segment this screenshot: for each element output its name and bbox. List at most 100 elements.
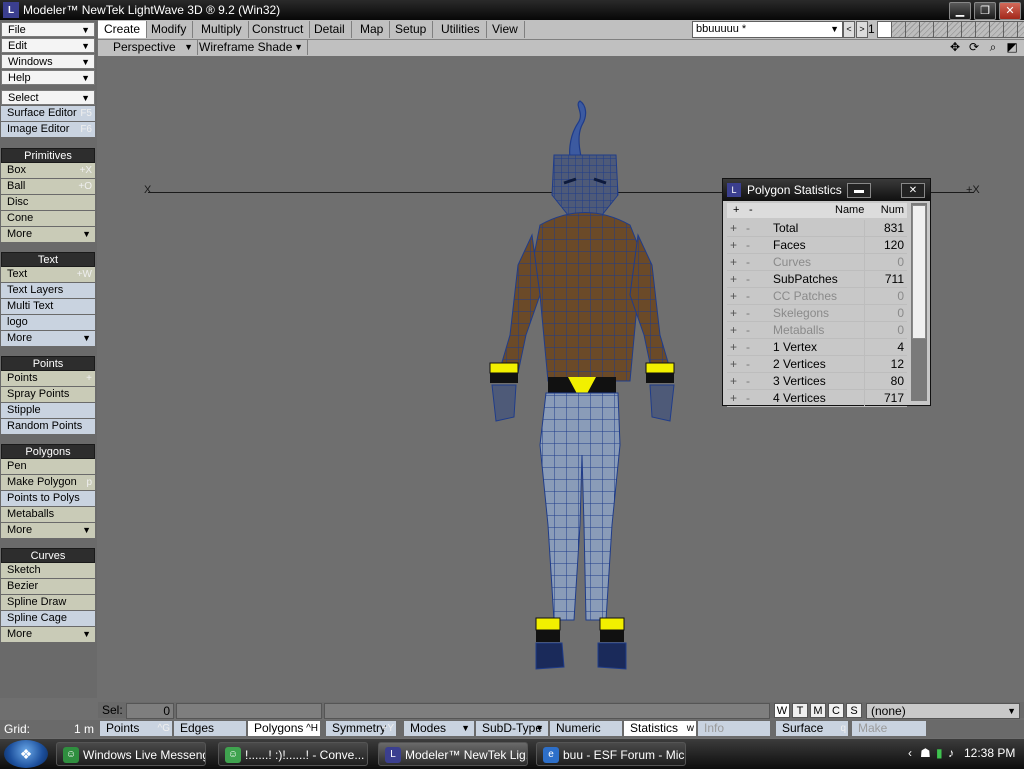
minimize-icon[interactable]: ▬ bbox=[847, 183, 871, 198]
start-button[interactable]: ❖ bbox=[4, 740, 48, 768]
row-plus[interactable]: + bbox=[730, 339, 740, 355]
row-plus[interactable]: + bbox=[730, 271, 740, 287]
tab-view[interactable]: View bbox=[486, 21, 525, 38]
surface-button[interactable]: Surface q bbox=[776, 721, 848, 736]
layer-slot[interactable] bbox=[975, 21, 990, 38]
prev-layer-icon[interactable]: < bbox=[843, 21, 855, 38]
windows-menu[interactable]: Windows ▼ bbox=[1, 54, 95, 69]
row-minus[interactable]: - bbox=[746, 254, 756, 270]
stats-title-bar[interactable]: L Polygon Statistics ▬ ✕ bbox=[723, 179, 930, 201]
move-view-icon[interactable]: ✥ bbox=[947, 40, 963, 55]
tab-utilities[interactable]: Utilities bbox=[435, 21, 487, 38]
text-more-button[interactable]: More ▼ bbox=[1, 331, 95, 346]
maximize-icon[interactable]: ❐ bbox=[974, 2, 996, 20]
row-plus[interactable]: + bbox=[730, 322, 740, 338]
tab-map[interactable]: Map bbox=[354, 21, 391, 38]
tab-modify[interactable]: Modify bbox=[145, 21, 194, 38]
select-menu[interactable]: Select ▼ bbox=[1, 90, 95, 105]
stats-row[interactable]: + - 1 Vertex 4 bbox=[727, 339, 907, 356]
tab-construct[interactable]: Construct bbox=[246, 21, 311, 38]
row-minus[interactable]: - bbox=[746, 220, 756, 236]
minimize-icon[interactable]: ▁ bbox=[949, 2, 971, 20]
text-button[interactable]: Text +W bbox=[1, 267, 95, 282]
layer-slot[interactable] bbox=[1017, 21, 1024, 38]
box-button[interactable]: Box +X bbox=[1, 163, 95, 178]
layer-slot[interactable] bbox=[919, 21, 934, 38]
modes-button[interactable]: Modes ▼ bbox=[404, 721, 474, 736]
network-icon[interactable]: ☗ bbox=[920, 746, 931, 760]
spray-points-button[interactable]: Spray Points bbox=[1, 387, 95, 402]
layer-slot[interactable] bbox=[877, 21, 892, 38]
layer-slot[interactable] bbox=[933, 21, 948, 38]
view-type-select[interactable]: Perspective ▼ bbox=[108, 40, 198, 55]
row-plus[interactable]: + bbox=[730, 373, 740, 389]
stats-row[interactable]: + - Metaballs 0 bbox=[727, 322, 907, 339]
row-minus[interactable]: - bbox=[746, 390, 756, 406]
character-model[interactable] bbox=[470, 95, 700, 675]
layer-slot[interactable] bbox=[905, 21, 920, 38]
stats-row[interactable]: + - Skelegons 0 bbox=[727, 305, 907, 322]
task-browser[interactable]: e buu - ESF Forum - Micr... bbox=[536, 742, 686, 766]
row-plus[interactable]: + bbox=[730, 254, 740, 270]
info-button[interactable]: Info bbox=[698, 721, 770, 736]
zoom-view-icon[interactable]: ⌕ bbox=[985, 40, 1001, 55]
layer-slot[interactable] bbox=[1003, 21, 1018, 38]
m-toggle[interactable]: M bbox=[810, 703, 826, 718]
points-to-polys-button[interactable]: Points to Polys bbox=[1, 491, 95, 506]
row-minus[interactable]: - bbox=[746, 356, 756, 372]
surface-editor-button[interactable]: Surface Editor F5 bbox=[1, 106, 95, 121]
image-editor-button[interactable]: Image Editor F6 bbox=[1, 122, 95, 137]
tab-multiply[interactable]: Multiply bbox=[195, 21, 249, 38]
s-toggle[interactable]: S bbox=[846, 703, 862, 718]
spline-draw-button[interactable]: Spline Draw bbox=[1, 595, 95, 610]
make-polygon-button[interactable]: Make Polygon p bbox=[1, 475, 95, 490]
stats-row[interactable]: + - SubPatches 711 bbox=[727, 271, 907, 288]
row-minus[interactable]: - bbox=[746, 237, 756, 253]
stipple-button[interactable]: Stipple bbox=[1, 403, 95, 418]
stats-row[interactable]: + - Total 831 bbox=[727, 220, 907, 237]
scrollbar-thumb[interactable] bbox=[912, 205, 926, 339]
statistics-button[interactable]: Statistics w bbox=[624, 721, 696, 736]
surface-select[interactable]: (none) ▼ bbox=[866, 703, 1020, 719]
polygons-more-button[interactable]: More ▼ bbox=[1, 523, 95, 538]
chevron-left-icon[interactable]: ‹ bbox=[908, 746, 912, 760]
tab-detail[interactable]: Detail bbox=[308, 21, 352, 38]
polygons-mode-button[interactable]: Polygons ^H bbox=[248, 721, 320, 736]
row-minus[interactable]: - bbox=[746, 305, 756, 321]
close-icon[interactable]: ✕ bbox=[999, 2, 1021, 20]
maximize-view-icon[interactable]: ◩ bbox=[1004, 40, 1020, 55]
stats-row[interactable]: + - 2 Vertices 12 bbox=[727, 356, 907, 373]
row-plus[interactable]: + bbox=[730, 220, 740, 236]
spline-cage-button[interactable]: Spline Cage bbox=[1, 611, 95, 626]
stats-row[interactable]: + - 3 Vertices 80 bbox=[727, 373, 907, 390]
row-minus[interactable]: - bbox=[746, 288, 756, 304]
points-button[interactable]: Points + bbox=[1, 371, 95, 386]
row-minus[interactable]: - bbox=[746, 339, 756, 355]
stats-row[interactable]: + - CC Patches 0 bbox=[727, 288, 907, 305]
stats-row[interactable]: + - 4 Vertices 717 bbox=[727, 390, 907, 407]
row-minus[interactable]: - bbox=[746, 322, 756, 338]
cone-button[interactable]: Cone bbox=[1, 211, 95, 226]
next-layer-icon[interactable]: > bbox=[856, 21, 868, 38]
pen-button[interactable]: Pen bbox=[1, 459, 95, 474]
rotate-view-icon[interactable]: ⟳ bbox=[966, 40, 982, 55]
row-minus[interactable]: - bbox=[746, 271, 756, 287]
close-icon[interactable]: ✕ bbox=[901, 183, 925, 198]
random-points-button[interactable]: Random Points bbox=[1, 419, 95, 434]
clock[interactable]: 12:38 PM bbox=[964, 746, 1015, 760]
curves-more-button[interactable]: More ▼ bbox=[1, 627, 95, 642]
row-plus[interactable]: + bbox=[730, 237, 740, 253]
logo-button[interactable]: logo bbox=[1, 315, 95, 330]
multi-text-button[interactable]: Multi Text bbox=[1, 299, 95, 314]
symmetry-button[interactable]: Symmetry +Y bbox=[326, 721, 396, 736]
layer-slot[interactable] bbox=[961, 21, 976, 38]
metaballs-button[interactable]: Metaballs bbox=[1, 507, 95, 522]
row-plus[interactable]: + bbox=[730, 390, 740, 406]
tab-setup[interactable]: Setup bbox=[389, 21, 434, 38]
edges-mode-button[interactable]: Edges bbox=[174, 721, 246, 736]
layer-slot[interactable] bbox=[989, 21, 1004, 38]
stats-row[interactable]: + - Curves 0 bbox=[727, 254, 907, 271]
layer-slot[interactable] bbox=[947, 21, 962, 38]
volume-icon[interactable]: ▮ bbox=[936, 746, 943, 760]
task-conversation[interactable]: ☺ !......! :)!......! - Conve... bbox=[218, 742, 368, 766]
